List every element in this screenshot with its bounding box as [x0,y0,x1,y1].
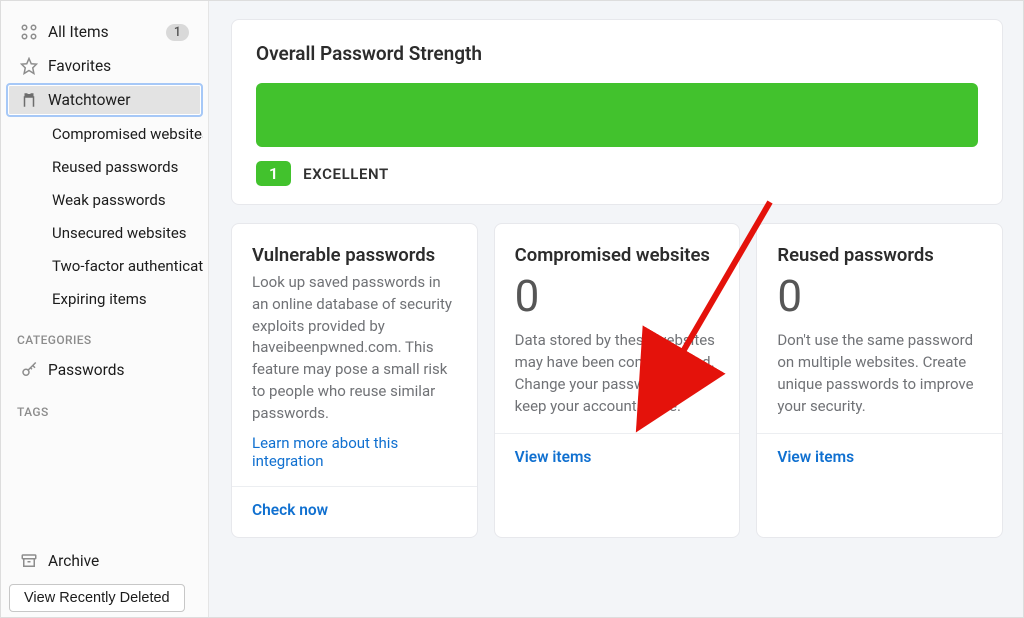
sidebar-item-label: Favorites [48,57,189,75]
sidebar-sub-two-factor[interactable]: Two-factor authentication [6,249,203,282]
tile-description: Don't use the same password on multiple … [777,330,982,417]
tile-title: Vulnerable passwords [252,244,457,266]
learn-more-link[interactable]: Learn more about this integration [252,434,457,470]
watchtower-icon [20,91,38,109]
sidebar-item-label: Archive [48,552,189,570]
key-icon [20,361,38,379]
strength-bar [256,83,978,147]
view-items-button[interactable]: View items [757,433,1002,470]
tile-reused-passwords: Reused passwords 0 Don't use the same pa… [756,223,1003,538]
star-icon [20,57,38,75]
overall-strength-card: Overall Password Strength 1 EXCELLENT [231,19,1003,205]
tile-compromised-websites: Compromised websites 0 Data stored by th… [494,223,741,538]
sidebar-sub-reused-passwords[interactable]: Reused passwords [6,150,203,183]
sidebar: All Items 1 Favorites Watchtower Comprom… [1,1,209,617]
sidebar-sub-expiring-items[interactable]: Expiring items [6,282,203,315]
tile-title: Compromised websites [515,244,720,266]
sidebar-item-archive[interactable]: Archive [6,544,203,578]
count-badge: 1 [166,24,189,41]
tile-vulnerable-passwords: Vulnerable passwords Look up saved passw… [231,223,478,538]
rating-row: 1 EXCELLENT [256,161,978,186]
sidebar-item-label: Passwords [48,361,189,379]
sidebar-sub-unsecured-websites[interactable]: Unsecured websites [6,216,203,249]
sidebar-heading-tags: TAGS [1,387,208,425]
tile-title: Reused passwords [777,244,982,266]
sidebar-item-passwords[interactable]: Passwords [6,353,203,387]
sidebar-item-label: All Items [48,23,156,41]
tiles-row: Vulnerable passwords Look up saved passw… [231,223,1003,538]
tile-count: 0 [515,272,720,320]
sidebar-item-watchtower[interactable]: Watchtower [6,83,203,117]
sidebar-item-favorites[interactable]: Favorites [6,49,203,83]
view-items-button[interactable]: View items [495,433,740,470]
tile-description: Data stored by these websites may have b… [515,330,720,417]
strength-count-pill: 1 [256,161,291,186]
tile-description: Look up saved passwords in an online dat… [252,272,457,424]
main-content: Overall Password Strength 1 EXCELLENT Vu… [209,1,1023,617]
sidebar-item-label: Watchtower [48,91,189,109]
archive-icon [20,552,38,570]
sidebar-heading-categories: CATEGORIES [1,315,208,353]
sidebar-sub-compromised-websites[interactable]: Compromised websites [6,117,203,150]
strength-rating-text: EXCELLENT [303,165,389,183]
items-icon [20,23,38,41]
view-recently-deleted-button[interactable]: View Recently Deleted [9,584,185,612]
sidebar-sub-weak-passwords[interactable]: Weak passwords [6,183,203,216]
app-window: All Items 1 Favorites Watchtower Comprom… [0,0,1024,618]
sidebar-item-all-items[interactable]: All Items 1 [6,15,203,49]
overall-strength-title: Overall Password Strength [256,42,978,65]
check-now-button[interactable]: Check now [232,486,477,523]
tile-count: 0 [777,272,982,320]
